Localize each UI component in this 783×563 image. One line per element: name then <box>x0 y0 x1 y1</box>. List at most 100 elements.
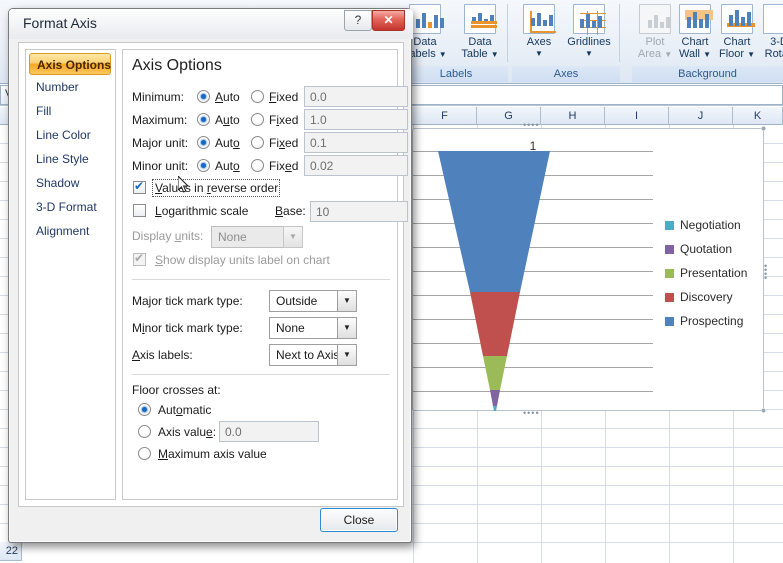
floor-axis-value-radio[interactable] <box>138 425 151 438</box>
minimum-fixed-radio[interactable] <box>251 90 264 103</box>
chevron-down-icon[interactable]: ▼ <box>337 317 357 339</box>
section-divider <box>132 279 390 280</box>
axes-button[interactable]: Axes ▼ <box>512 2 566 64</box>
major-unit-value-input[interactable]: 0.1 <box>304 132 408 153</box>
chart-wall-icon <box>679 4 713 34</box>
chevron-down-icon: ▼ <box>535 49 543 58</box>
maximum-fixed-radio[interactable] <box>251 113 264 126</box>
minor-unit-auto-radio[interactable] <box>197 159 210 172</box>
major-unit-auto-label: Auto <box>215 136 240 150</box>
nav-item-3d-format[interactable]: 3-D Format <box>26 195 115 219</box>
minimum-value-input[interactable]: 0.0 <box>304 86 408 107</box>
nav-item-shadow[interactable]: Shadow <box>26 171 115 195</box>
row-floor-axis-value: Axis value: 0.0 <box>132 421 390 443</box>
resize-handle-top[interactable]: •••• <box>523 121 540 130</box>
axes-icon <box>523 4 556 34</box>
legend-item[interactable]: Quotation <box>665 237 747 261</box>
legend-item[interactable]: Discovery <box>665 285 747 309</box>
axis-options-pane: Axis Options Minimum: AAutouto Fixed 0.0… <box>122 49 408 500</box>
reverse-order-checkbox[interactable] <box>133 179 146 194</box>
display-units-select[interactable]: None ▼ <box>211 226 303 248</box>
funnel-series[interactable] <box>413 129 653 412</box>
column-header-I[interactable]: I <box>605 107 669 125</box>
chart-legend[interactable]: Negotiation Quotation Presentation Disco… <box>665 213 747 333</box>
row-reverse-order: Values in reverse order <box>132 178 390 200</box>
column-header-J[interactable]: J <box>669 107 733 125</box>
major-unit-fixed-label: Fixed <box>269 136 299 150</box>
legend-item[interactable]: Prospecting <box>665 309 747 333</box>
legend-label: Negotiation <box>680 218 741 232</box>
3d-rotation-button[interactable]: 3-D Rotati <box>752 2 783 64</box>
column-header-K[interactable]: K <box>733 107 783 125</box>
row-axis-labels: Axis labels: Next to Axis ▼ <box>132 344 390 367</box>
major-unit-label: Major unit: <box>132 136 189 150</box>
major-unit-fixed-radio[interactable] <box>251 136 264 149</box>
legend-swatch-icon <box>665 268 674 278</box>
major-tick-select[interactable]: Outside ▼ <box>269 290 357 312</box>
data-table-button[interactable]: Data Table ▼ <box>453 2 507 64</box>
chart-floor-icon <box>721 4 755 34</box>
chevron-down-icon[interactable]: ▼ <box>337 290 357 312</box>
maximum-auto-label: Auto <box>215 113 240 127</box>
chevron-down-icon[interactable]: ▼ <box>337 344 357 366</box>
ribbon-group-axes: Axes Axes ▼ Gridlines ▼ <box>512 0 620 84</box>
ribbon-group-label-axes: Axes <box>512 66 620 82</box>
funnel-segment-quotation <box>490 390 500 406</box>
log-base-input[interactable]: 10 <box>310 201 408 222</box>
gridlines-button[interactable]: Gridlines ▼ <box>562 2 616 64</box>
funnel-segment-negotiation <box>493 406 497 411</box>
minor-unit-fixed-radio[interactable] <box>251 159 264 172</box>
funnel-segment-prospecting <box>438 151 550 292</box>
minimum-auto-radio[interactable] <box>197 90 210 103</box>
close-icon[interactable]: ✕ <box>372 10 405 31</box>
row-minor-tick: Minor tick mark type: None ▼ <box>132 317 390 340</box>
legend-item[interactable]: Negotiation <box>665 213 747 237</box>
minimum-label: Minimum: <box>132 90 185 104</box>
floor-automatic-radio[interactable] <box>138 403 151 416</box>
floor-automatic-label: Automatic <box>158 403 212 417</box>
chart-object[interactable]: 1 Negotiation Quotation Presentation Dis… <box>412 121 767 418</box>
minor-unit-value-input[interactable]: 0.02 <box>304 155 408 176</box>
close-button[interactable]: Close <box>320 508 398 532</box>
row-header-22[interactable]: 22 <box>0 542 22 561</box>
floor-maximum-radio[interactable] <box>138 447 151 460</box>
nav-item-axis-options[interactable]: Axis Options <box>29 53 111 75</box>
log-scale-checkbox[interactable] <box>133 204 146 217</box>
screen-root: Labels Data Labels ▼ Data Table ▼ Axes A… <box>0 0 783 563</box>
nav-item-number[interactable]: Number <box>26 75 115 99</box>
column-header-H[interactable]: H <box>541 107 605 125</box>
row-minimum: Minimum: AAutouto Fixed 0.0 <box>132 86 408 108</box>
chevron-down-icon: ▼ <box>438 50 447 59</box>
maximum-value-input[interactable]: 1.0 <box>304 109 408 130</box>
nav-item-line-style[interactable]: Line Style <box>26 147 115 171</box>
resize-handle-bottom[interactable]: •••• <box>523 409 540 418</box>
resize-handle-bottomright[interactable] <box>760 407 767 414</box>
major-tick-label: Major tick mark type: <box>132 294 243 308</box>
floor-axis-value-input[interactable]: 0.0 <box>219 421 319 442</box>
floor-maximum-label: Maximum axis value <box>158 447 267 461</box>
axis-labels-select[interactable]: Next to Axis ▼ <box>269 344 357 366</box>
legend-swatch-icon <box>665 316 674 326</box>
maximum-auto-radio[interactable] <box>197 113 210 126</box>
legend-item[interactable]: Presentation <box>665 261 747 285</box>
dialog-title-bar[interactable]: Format Axis ? ✕ <box>9 9 413 39</box>
group-separator <box>507 4 508 62</box>
minor-unit-label: Minor unit: <box>132 159 189 173</box>
dialog-nav-list[interactable]: Axis Options Number Fill Line Color Line… <box>25 49 116 500</box>
row-minor-unit: Minor unit: Auto Fixed 0.02 <box>132 155 408 177</box>
gridlines-label: Gridlines <box>567 36 611 48</box>
show-units-label-checkbox[interactable] <box>133 251 146 266</box>
resize-handle-topright[interactable] <box>760 125 767 132</box>
resize-handle-right[interactable]: • • • • <box>764 262 768 283</box>
nav-item-line-color[interactable]: Line Color <box>26 123 115 147</box>
major-unit-auto-radio[interactable] <box>197 136 210 149</box>
legend-swatch-icon <box>665 292 674 302</box>
minor-tick-select[interactable]: None ▼ <box>269 317 357 339</box>
format-axis-dialog[interactable]: Format Axis ? ✕ Axis Options Number Fill… <box>8 8 413 543</box>
help-button[interactable]: ? <box>344 10 372 31</box>
column-header-F[interactable]: F <box>413 107 477 125</box>
nav-item-alignment[interactable]: Alignment <box>26 219 115 243</box>
nav-item-fill[interactable]: Fill <box>26 99 115 123</box>
chevron-down-icon[interactable]: ▼ <box>283 226 303 248</box>
display-units-value: None <box>218 230 247 244</box>
